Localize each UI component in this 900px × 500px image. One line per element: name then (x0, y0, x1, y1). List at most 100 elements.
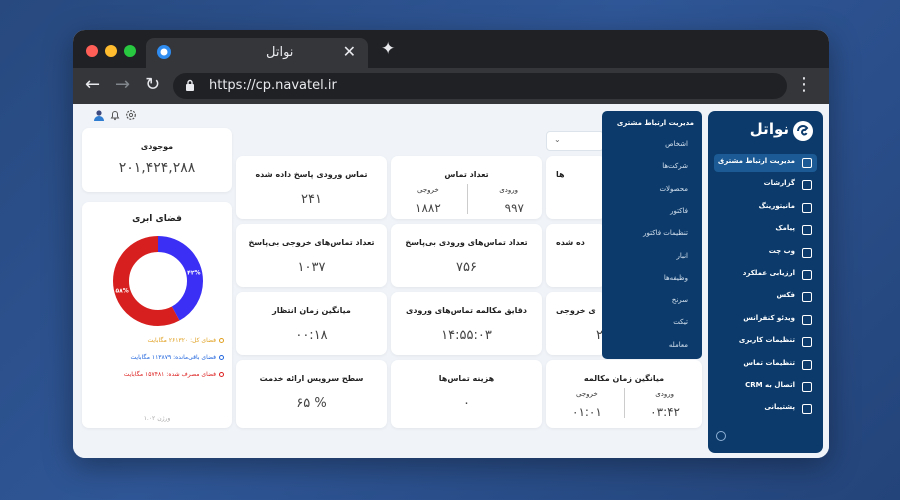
crm-menu-item[interactable]: معامله (669, 341, 688, 349)
sidebar-item[interactable]: تنظیمات کاربری (714, 333, 817, 351)
card-title: تعداد تماس‌های خروجی بی‌پاسخ (248, 238, 375, 247)
unanswered-incoming-card: تعداد تماس‌های ورودی بی‌پاسخ ۷۵۶ (391, 224, 542, 287)
storage-title: فضای ابری (132, 214, 182, 224)
report-icon (802, 180, 812, 191)
card-title: ها (556, 170, 565, 179)
info-circle-icon (219, 372, 224, 377)
outgoing-value: ۱۸۸۲ (415, 201, 441, 215)
sidebar-item-label: فکس (776, 291, 795, 300)
avg-talk-card: میانگین زمان مکالمه ورودی ۰۳:۴۲ خروجی ۰۱… (546, 360, 702, 428)
chat-icon (802, 247, 812, 258)
info-circle-icon (219, 338, 224, 343)
bell-icon[interactable] (109, 109, 121, 121)
legend-item: فضای مصرف شده: ۱۵۷۴۸۱ مگابایت (124, 371, 224, 378)
card-title: هزینه تماس‌ها (438, 374, 495, 383)
crm-menu-item[interactable]: محصولات (659, 185, 688, 193)
legend-text: فضای مصرف شده: ۱۵۷۴۸۱ مگابایت (123, 371, 216, 378)
monitor-icon (802, 202, 812, 213)
legend-text: فضای کل: ۲۶۱۳۲۰ مگابایت (147, 337, 216, 344)
donut-slice-label-0: ۴۲% (187, 269, 200, 276)
partial-card-1: ها (546, 156, 606, 219)
crm-menu-item[interactable]: وظیفه‌ها (664, 274, 688, 282)
gear-icon[interactable] (125, 109, 137, 121)
inventory-title: موجودی (140, 142, 174, 151)
outgoing-label: خروجی (576, 390, 598, 398)
address-bar[interactable]: https://cp.navatel.ir (173, 73, 787, 99)
tab-close-icon[interactable]: ✕ (343, 42, 356, 61)
call-cost-card: هزینه تماس‌ها ۰ (391, 360, 542, 428)
sidebar-item-label: مدیریت ارتباط مشتری (717, 157, 795, 165)
crm-menu-item[interactable]: تنظیمات فاکتور (643, 229, 688, 237)
collapse-sidebar-icon[interactable] (716, 431, 726, 441)
new-tab-icon[interactable]: ✦ (381, 39, 395, 59)
browser-window: نواتل ✕ ✦ ← → ↻ https://cp.navatel.ir ⋮ (73, 30, 829, 458)
sidebar-item-label: گزارشات (763, 179, 795, 188)
user-avatar-icon[interactable] (93, 109, 105, 121)
card-value: ۷۵۶ (456, 260, 477, 275)
partial-card-2: ده شده (546, 224, 606, 287)
url-text: https://cp.navatel.ir (209, 78, 337, 93)
card-title: ده شده (556, 238, 585, 247)
sidebar-item[interactable]: پشتیبانی (714, 400, 817, 418)
legend-item: فضای باقی‌مانده: ۱۱۳۸۷۹ مگابایت (131, 354, 224, 361)
sidebar-item-label: وب چت (768, 246, 795, 255)
chevron-left-icon: ‹ (720, 156, 724, 166)
incoming-value: ۰۳:۴۲ (650, 405, 680, 419)
sidebar-item[interactable]: فکس (714, 288, 817, 306)
incoming-value: ۹۹۷ (504, 201, 524, 215)
browser-menu-icon[interactable]: ⋮ (795, 74, 813, 95)
support-icon (802, 404, 812, 415)
card-value: ۱۴:۵۵:۰۳ (441, 328, 492, 343)
avg-wait-card: میانگین زمان انتظار ۰۰:۱۸ (236, 292, 387, 355)
video-icon (802, 314, 812, 325)
maximize-window-button[interactable] (124, 45, 136, 57)
crm-menu-item[interactable]: سرنخ (672, 296, 688, 304)
reload-icon[interactable]: ↻ (145, 74, 160, 95)
legend-text: فضای باقی‌مانده: ۱۱۳۸۷۹ مگابایت (130, 354, 216, 361)
info-circle-icon (219, 355, 224, 360)
sidebar-item[interactable]: تنظیمات تماس (714, 356, 817, 374)
users-icon (802, 158, 812, 168)
minimize-window-button[interactable] (105, 45, 117, 57)
close-window-button[interactable] (86, 45, 98, 57)
version-label: ورژن ۱.۰۲ (143, 415, 171, 422)
crm-menu-item[interactable]: انبار (676, 252, 688, 260)
card-value: ۰ (463, 396, 470, 411)
incoming-label: ورودی (499, 186, 518, 194)
answered-incoming-card: تماس ورودی پاسخ داده شده ۲۴۱ (236, 156, 387, 219)
forward-arrow-icon[interactable]: → (115, 74, 130, 95)
sidebar-item[interactable]: وب چت (714, 244, 817, 262)
sidebar-item[interactable]: پیامک (714, 221, 817, 239)
sidebar-item[interactable]: مدیریت ارتباط مشتری ‹ (714, 154, 817, 172)
filter-select[interactable]: ⌄ (546, 131, 604, 151)
phone-settings-icon (802, 359, 812, 370)
card-value: ۶۵ % (296, 396, 327, 411)
sidebar-item-label: اتصال به CRM (745, 381, 795, 389)
sidebar: نواتل مدیریت ارتباط مشتری ‹ گزارشات مانیتور… (708, 111, 823, 453)
sidebar-item-label: مانیتورینگ (758, 201, 795, 210)
card-title: دقایق مکالمه تماس‌های ورودی (405, 306, 528, 315)
send-icon (802, 225, 812, 236)
browser-tab[interactable]: نواتل ✕ (146, 38, 368, 68)
service-level-card: سطح سرویس ارائه خدمت ۶۵ % (236, 360, 387, 428)
fax-icon (802, 292, 812, 303)
sidebar-item[interactable]: ویدئو کنفرانس (714, 311, 817, 329)
clipboard-icon (802, 270, 812, 280)
legend-item: فضای کل: ۲۶۱۳۲۰ مگابایت (147, 337, 224, 344)
sidebar-item[interactable]: مانیتورینگ (714, 199, 817, 217)
back-arrow-icon[interactable]: ← (85, 74, 100, 95)
outgoing-label: خروجی (417, 186, 439, 194)
sidebar-item[interactable]: ارزیابی عملکرد (714, 266, 817, 284)
crm-menu-item[interactable]: فاکتور (670, 207, 688, 215)
sidebar-item[interactable]: گزارشات (714, 176, 817, 194)
crm-menu-item[interactable]: اشخاص (665, 140, 688, 148)
crm-menu-item[interactable]: تیکت (673, 318, 688, 326)
chevron-down-icon: ⌄ (554, 135, 561, 144)
divider (624, 388, 625, 418)
crm-menu-item[interactable]: شرکت‌ها (662, 162, 688, 170)
outgoing-value: ۰۱:۰۱ (572, 405, 602, 419)
sidebar-item-label: ویدئو کنفرانس (743, 313, 795, 322)
sidebar-item[interactable]: اتصال به CRM (714, 378, 817, 396)
tab-title: نواتل (266, 45, 294, 60)
card-value: ۱۰۳۷ (297, 260, 326, 275)
